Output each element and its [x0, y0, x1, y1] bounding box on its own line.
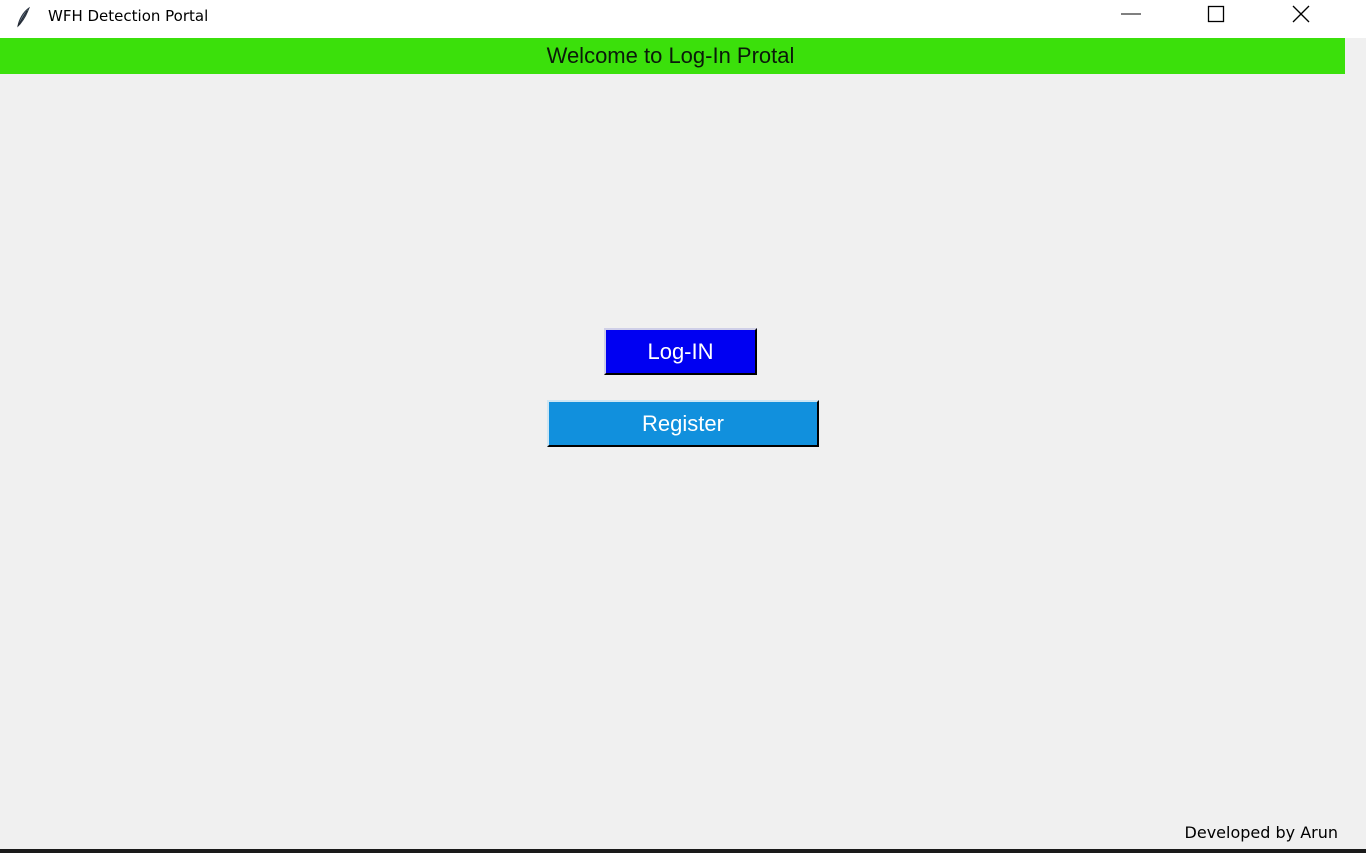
- window-title: WFH Detection Portal: [48, 7, 209, 25]
- register-button[interactable]: Register: [547, 400, 819, 447]
- title-bar: WFH Detection Portal: [0, 0, 1366, 38]
- welcome-text: Welcome to Log-In Protal: [546, 43, 795, 68]
- bottom-border: [0, 849, 1366, 853]
- login-button[interactable]: Log-IN: [604, 328, 757, 375]
- close-button[interactable]: [1278, 0, 1324, 32]
- feather-icon: [14, 6, 34, 28]
- maximize-icon: [1206, 4, 1226, 29]
- window-edge: [1345, 38, 1366, 849]
- app-window: WFH Detection Portal Welcome to Log-In P…: [0, 0, 1366, 853]
- minimize-icon: [1121, 4, 1141, 29]
- maximize-button[interactable]: [1193, 0, 1239, 32]
- developer-credit: Developed by Arun: [1184, 823, 1338, 842]
- welcome-banner: Welcome to Log-In Protal: [0, 38, 1345, 74]
- minimize-button[interactable]: [1108, 0, 1154, 32]
- close-icon: [1291, 4, 1311, 29]
